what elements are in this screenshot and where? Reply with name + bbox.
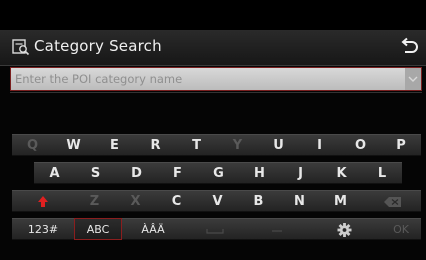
accent-key[interactable]: ÀÂÄ [122, 218, 184, 240]
backspace-icon [384, 197, 401, 207]
key-p[interactable]: P [381, 134, 421, 156]
gear-icon [337, 223, 352, 237]
key-e[interactable]: E [94, 134, 135, 156]
dropdown-button[interactable] [405, 68, 421, 90]
search-input[interactable]: Enter the POI category name [10, 67, 422, 91]
category-search-icon [12, 39, 30, 56]
ok-button[interactable]: OK [381, 218, 421, 240]
key-n[interactable]: N [279, 190, 320, 212]
key-v[interactable]: V [197, 190, 238, 212]
key-z[interactable]: Z [74, 190, 115, 212]
keyboard: Q W E R T Y U I O P A S D F G H J K L Z … [0, 134, 426, 260]
shift-up-arrow-icon [38, 196, 48, 207]
key-y[interactable]: Y [217, 134, 258, 156]
delete-key[interactable] [361, 190, 421, 212]
key-t[interactable]: T [176, 134, 217, 156]
numbers-key[interactable]: 123# [12, 218, 74, 240]
key-r[interactable]: R [135, 134, 176, 156]
key-k[interactable]: K [321, 162, 362, 184]
screen: Category Search Enter the POI category n… [0, 0, 426, 260]
key-l[interactable]: L [362, 162, 402, 184]
back-arrow-icon[interactable] [398, 36, 420, 58]
abc-key[interactable]: ABC [74, 218, 122, 240]
shift-key[interactable] [12, 190, 74, 212]
space-bar-icon [206, 229, 224, 234]
divider [10, 92, 422, 93]
key-c[interactable]: C [156, 190, 197, 212]
key-b[interactable]: B [238, 190, 279, 212]
title-bar: Category Search [0, 30, 426, 66]
key-m[interactable]: M [320, 190, 361, 212]
search-placeholder: Enter the POI category name [15, 72, 183, 86]
key-i[interactable]: I [299, 134, 340, 156]
key-o[interactable]: O [340, 134, 381, 156]
key-d[interactable]: D [116, 162, 157, 184]
settings-key[interactable] [308, 218, 381, 240]
key-g[interactable]: G [198, 162, 239, 184]
key-u[interactable]: U [258, 134, 299, 156]
space-key[interactable] [184, 218, 246, 240]
key-w[interactable]: W [53, 134, 94, 156]
key-x[interactable]: X [115, 190, 156, 212]
key-a[interactable]: A [34, 162, 75, 184]
chevron-down-icon [408, 76, 418, 82]
dash-icon [272, 230, 282, 232]
key-j[interactable]: J [280, 162, 321, 184]
dash-key[interactable] [246, 218, 308, 240]
key-q[interactable]: Q [12, 134, 53, 156]
key-s[interactable]: S [75, 162, 116, 184]
page-title: Category Search [34, 37, 162, 55]
key-f[interactable]: F [157, 162, 198, 184]
top-band [0, 0, 426, 30]
key-h[interactable]: H [239, 162, 280, 184]
